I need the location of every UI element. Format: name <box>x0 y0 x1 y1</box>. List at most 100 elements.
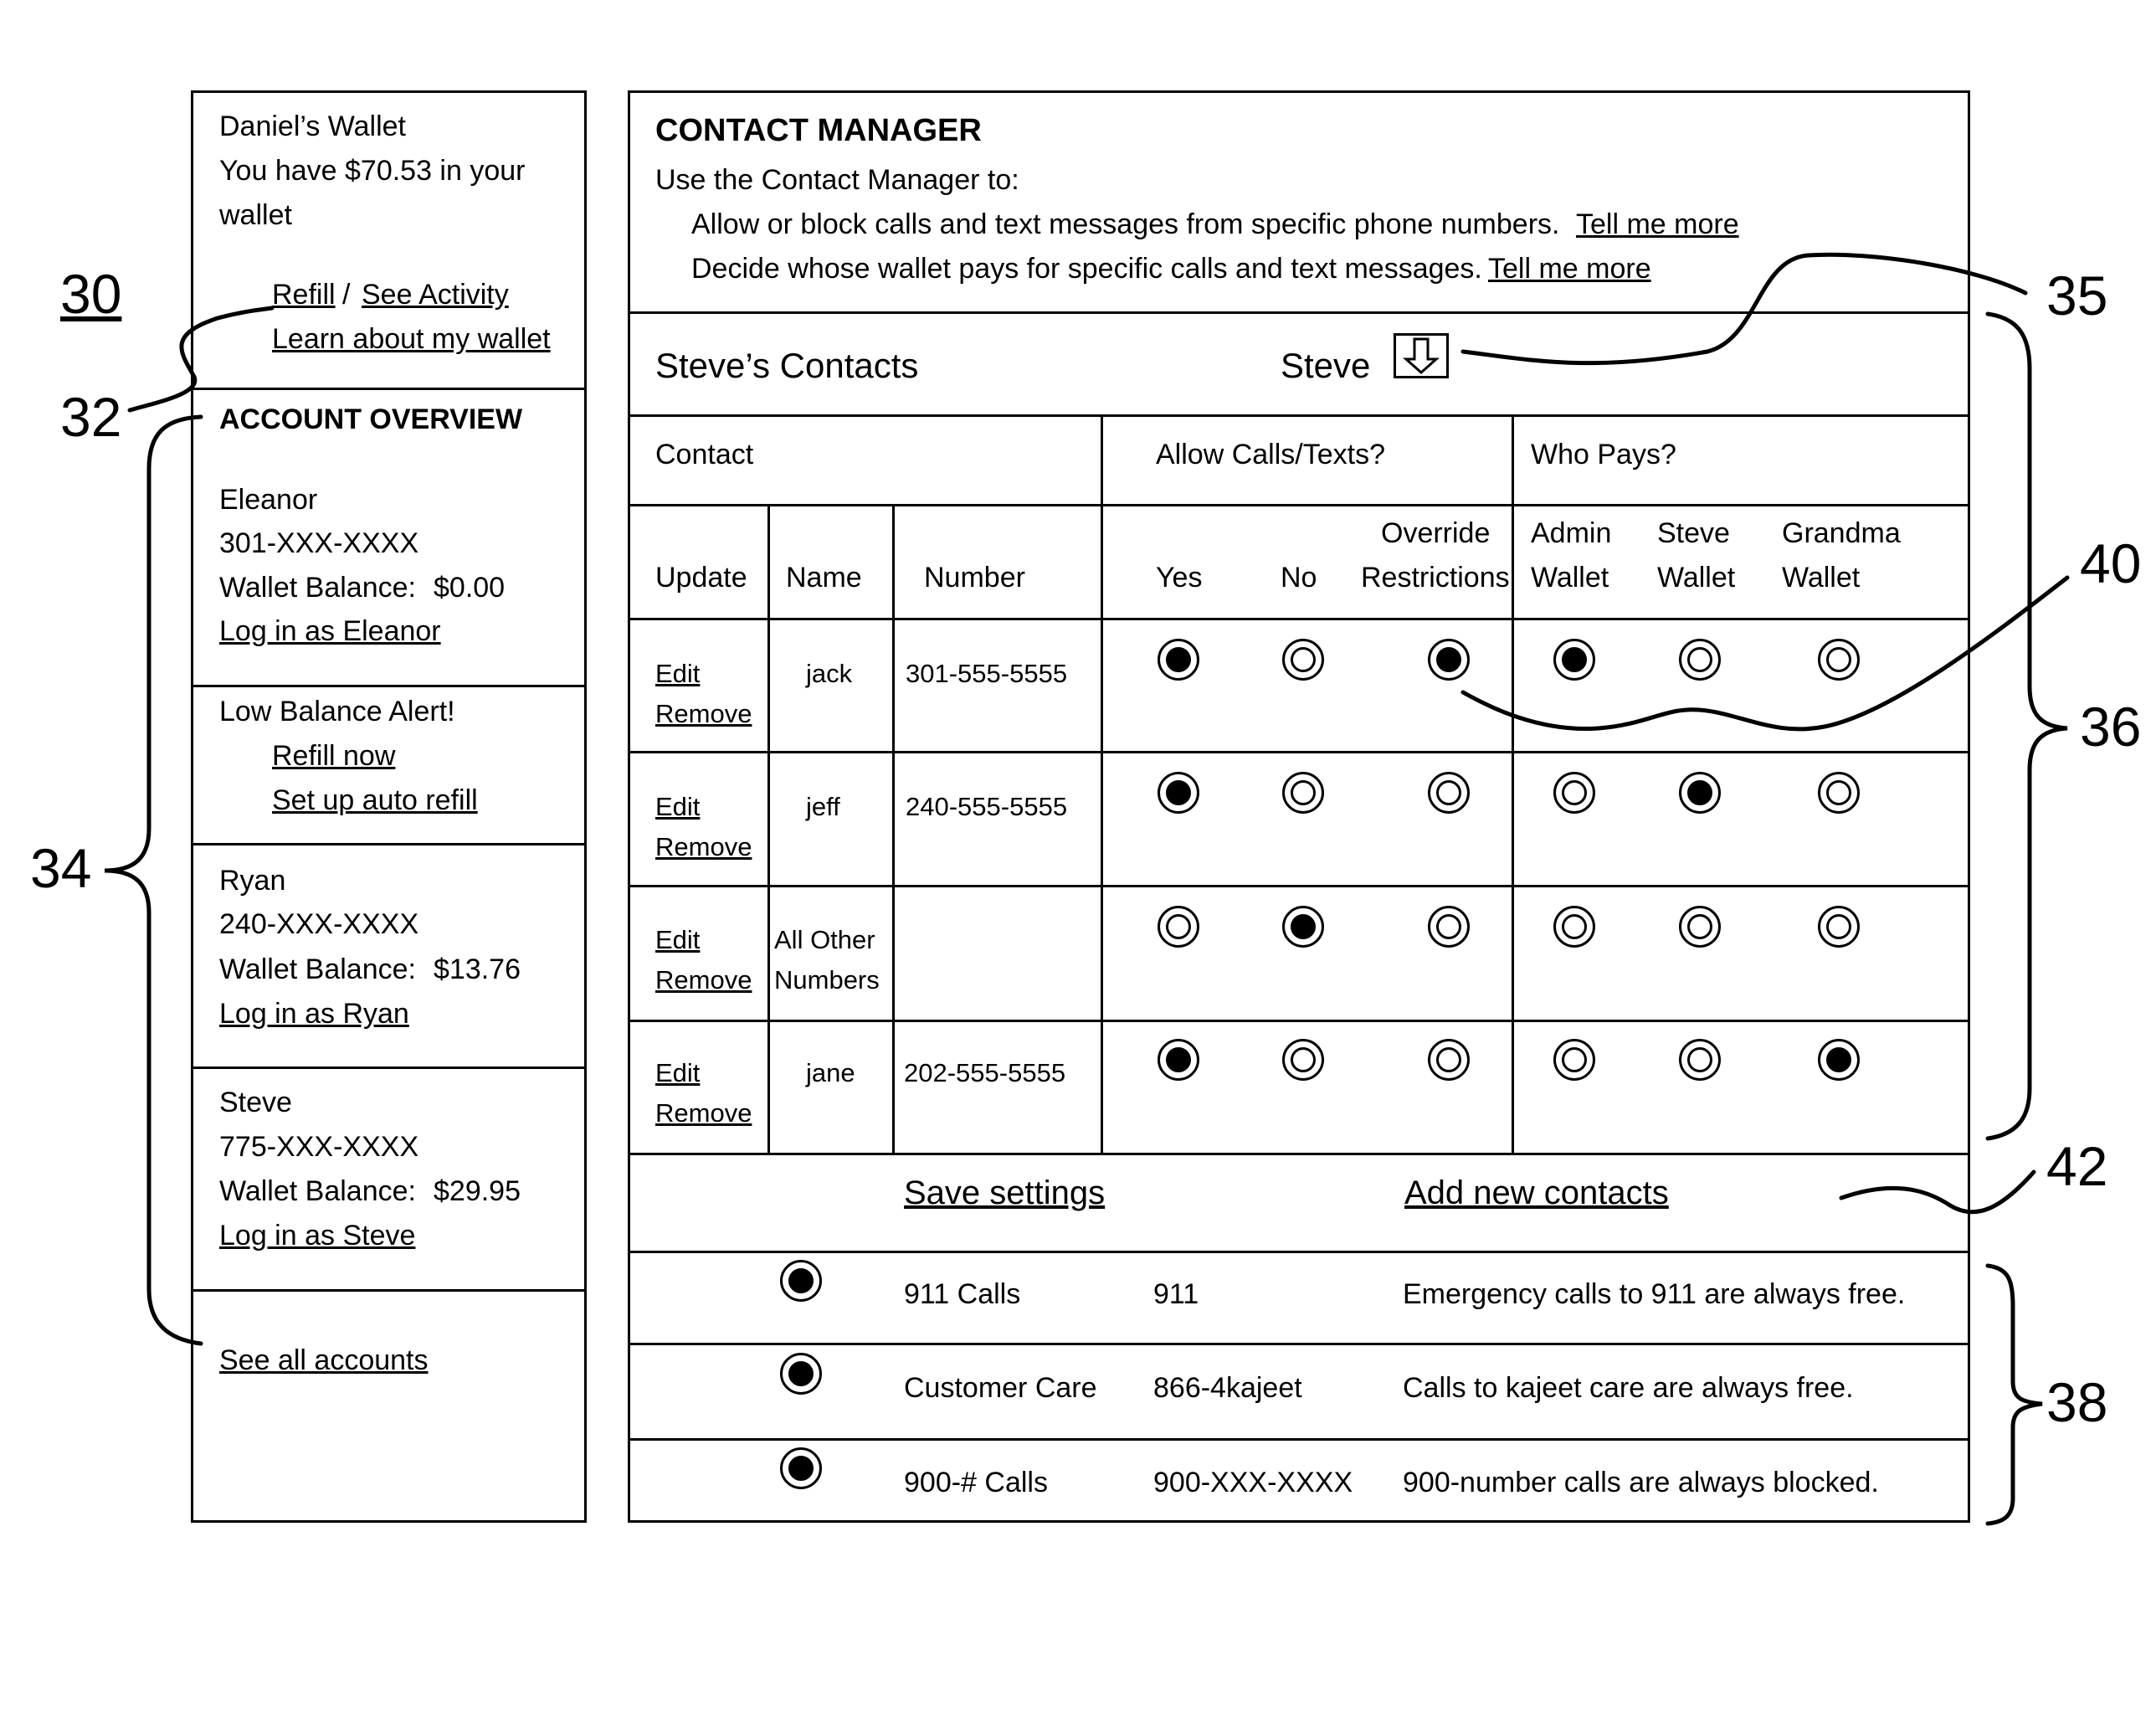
col-header-yes: Yes <box>1156 562 1203 594</box>
payer-steve-radio[interactable] <box>1679 906 1721 948</box>
remove-link[interactable]: Remove <box>655 967 752 993</box>
col-header-grandma: Grandma <box>1782 517 1901 549</box>
divider <box>767 504 770 1153</box>
divider <box>628 751 1970 753</box>
rule-label: 911 Calls <box>904 1278 1021 1310</box>
ref-numeral-36: 36 <box>2080 696 2142 758</box>
rule-label: Customer Care <box>904 1372 1097 1404</box>
contact-number: 240-555-5555 <box>906 792 1068 821</box>
edit-link[interactable]: Edit <box>655 660 700 686</box>
payer-admin-radio[interactable] <box>1553 1039 1595 1081</box>
ref-numeral-40: 40 <box>2080 532 2142 594</box>
brace-34 <box>104 414 203 1346</box>
allow-yes-radio[interactable] <box>1158 772 1199 814</box>
login-ryan-link[interactable]: Log in as Ryan <box>219 1000 409 1028</box>
save-settings-link[interactable]: Save settings <box>904 1176 1105 1210</box>
col-header-update: Update <box>655 562 747 594</box>
brace-38 <box>1985 1263 2043 1526</box>
col-header-name: Name <box>786 562 862 594</box>
tell-me-more-link-1[interactable]: Tell me more <box>1576 210 1739 239</box>
payer-admin-radio[interactable] <box>1553 906 1595 948</box>
payer-grandma-radio[interactable] <box>1818 906 1860 948</box>
payer-grandma-radio[interactable] <box>1818 772 1860 814</box>
payer-admin-radio[interactable] <box>1553 639 1595 681</box>
low-balance-alert: Low Balance Alert! <box>219 696 455 727</box>
override-radio[interactable] <box>1428 772 1470 814</box>
col-header-override: Override <box>1381 517 1491 549</box>
wallet-title: Daniel’s Wallet <box>219 110 406 142</box>
override-radio[interactable] <box>1428 906 1470 948</box>
payer-steve-radio[interactable] <box>1679 1039 1721 1081</box>
divider <box>892 504 895 1153</box>
remove-link[interactable]: Remove <box>655 1100 752 1126</box>
see-activity-link[interactable]: See Activity <box>362 280 509 309</box>
wallet-balance-line1: You have $70.53 in your <box>219 155 526 187</box>
login-steve-link[interactable]: Log in as Steve <box>219 1221 415 1250</box>
rule-label: 900-# Calls <box>904 1467 1048 1498</box>
col-header-admin: Admin <box>1531 517 1612 549</box>
refill-link[interactable]: Refill <box>272 280 336 309</box>
add-new-contacts-link[interactable]: Add new contacts <box>1404 1176 1669 1210</box>
divider <box>628 311 1970 314</box>
account-balance-label: Wallet Balance: <box>219 572 416 604</box>
allow-no-radio[interactable] <box>1282 1039 1324 1081</box>
divider <box>191 685 587 687</box>
edit-link[interactable]: Edit <box>655 1060 700 1086</box>
divider <box>191 1289 587 1292</box>
allow-yes-radio[interactable] <box>1158 1039 1199 1081</box>
account-balance: $0.00 <box>434 572 506 604</box>
col-header-no: No <box>1281 562 1317 594</box>
allow-no-radio[interactable] <box>1282 639 1324 681</box>
remove-link[interactable]: Remove <box>655 701 752 727</box>
learn-wallet-link[interactable]: Learn about my wallet <box>272 325 551 353</box>
contact-name: jane <box>806 1058 855 1087</box>
rule-note: Calls to kajeet care are always free. <box>1403 1372 1854 1404</box>
user-dropdown-button[interactable] <box>1394 333 1449 378</box>
refill-now-link[interactable]: Refill now <box>272 742 395 770</box>
payer-grandma-radio[interactable] <box>1818 639 1860 681</box>
payer-admin-radio[interactable] <box>1553 772 1595 814</box>
divider <box>1512 414 1514 1153</box>
rule-note: 900-number calls are always blocked. <box>1403 1467 1879 1498</box>
rule-900-radio[interactable] <box>780 1447 822 1489</box>
group-header-contact: Contact <box>655 439 754 470</box>
brace-36 <box>1985 311 2068 1141</box>
contact-name: jeff <box>806 792 840 821</box>
contact-manager-title: CONTACT MANAGER <box>655 113 982 148</box>
see-all-accounts-link[interactable]: See all accounts <box>219 1346 429 1375</box>
edit-link[interactable]: Edit <box>655 794 700 820</box>
group-header-pays: Who Pays? <box>1531 439 1676 470</box>
payer-grandma-radio[interactable] <box>1818 1039 1860 1081</box>
account-balance-label: Wallet Balance: <box>219 1175 416 1207</box>
allow-no-radio[interactable] <box>1282 906 1324 948</box>
rule-number: 911 <box>1153 1278 1199 1310</box>
edit-link[interactable]: Edit <box>655 927 700 953</box>
login-eleanor-link[interactable]: Log in as Eleanor <box>219 617 441 645</box>
divider <box>628 1438 1970 1441</box>
rule-number: 866-4kajeet <box>1153 1372 1302 1404</box>
divider <box>628 618 1970 620</box>
auto-refill-link[interactable]: Set up auto refill <box>272 786 478 815</box>
col-header-admin: Wallet <box>1531 562 1609 594</box>
ref-numeral-38: 38 <box>2046 1371 2108 1433</box>
contact-manager-intro: Use the Contact Manager to: <box>655 164 1019 196</box>
tell-me-more-link-2[interactable]: Tell me more <box>1488 254 1651 283</box>
down-arrow-icon <box>1403 337 1440 375</box>
selected-user-label: Steve <box>1281 346 1371 385</box>
remove-link[interactable]: Remove <box>655 834 752 860</box>
payer-steve-radio[interactable] <box>1679 772 1721 814</box>
allow-no-radio[interactable] <box>1282 772 1324 814</box>
account-overview-heading: ACCOUNT OVERVIEW <box>219 403 523 435</box>
override-radio[interactable] <box>1428 1039 1470 1081</box>
ref-numeral-30: 30 <box>60 263 122 325</box>
rule-911-radio[interactable] <box>780 1260 822 1302</box>
contact-number: 202-555-5555 <box>904 1058 1066 1087</box>
divider <box>628 885 1970 887</box>
rule-customer-care-radio[interactable] <box>780 1353 822 1395</box>
divider <box>191 1066 587 1069</box>
account-phone: 240-XXX-XXXX <box>219 908 419 940</box>
allow-yes-radio[interactable] <box>1158 906 1199 948</box>
payer-steve-radio[interactable] <box>1679 639 1721 681</box>
allow-yes-radio[interactable] <box>1158 639 1199 681</box>
override-radio[interactable] <box>1428 639 1470 681</box>
